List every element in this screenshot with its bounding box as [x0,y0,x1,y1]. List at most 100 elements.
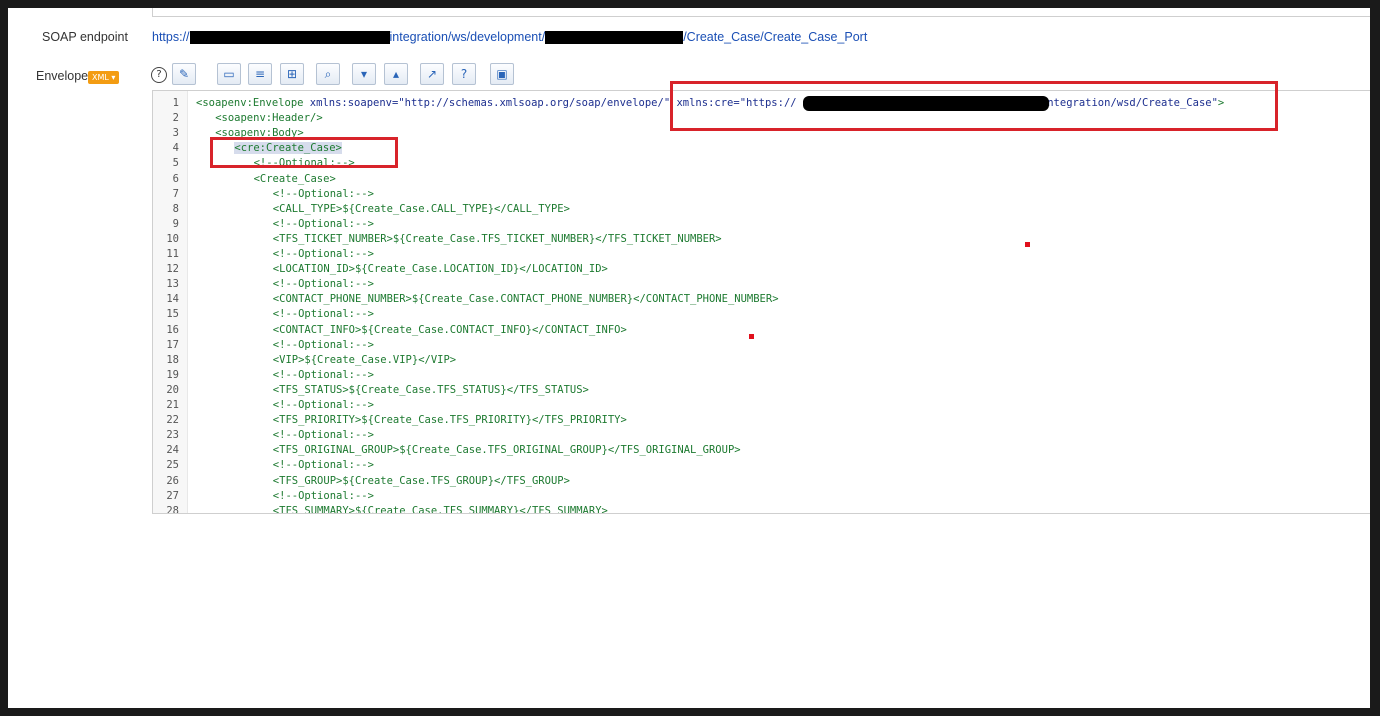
code-line-17: <!--Optional:--> [273,338,374,353]
code-text: <!--Optional:--> [272,459,374,472]
endpoint-suffix: /Create_Case/Create_Case_Port [683,30,868,44]
annotation-box-namespace [670,81,1278,131]
code-text: <!--Optional:--> [272,368,374,381]
envelope-label: Envelope [36,69,89,83]
expand-icon[interactable]: ▾ [352,63,376,85]
code-text: <!--Optional:--> [272,278,374,291]
annotation-box-create-case [210,137,398,168]
tree-icon[interactable]: ⊞ [280,63,304,85]
code-text: <TFS_SUMMARY>${Create_Case.TFS_SUMMARY}<… [272,504,608,514]
code-line-11: <!--Optional:--> [273,247,374,262]
code-text: <!--Optional:--> [272,308,374,321]
line-number: 26 [166,474,179,487]
line-number: 11 [166,248,179,260]
line-number: 5 [172,157,179,170]
line-number: 25 [166,459,179,472]
line-number: 24 [166,444,179,457]
code-text: <!--Optional:--> [272,187,374,200]
line-number: 21 [166,399,179,411]
code-line-2: <soapenv:Header/> [215,111,322,126]
line-number: 16 [166,323,179,336]
code-line-14: <CONTACT_PHONE_NUMBER>${Create_Case.CONT… [273,292,779,307]
line-number: 28 [166,504,179,514]
line-number: 27 [166,489,179,502]
line-number: 18 [166,353,179,366]
code-text: <!--Optional:--> [272,399,374,411]
endpoint-middle: integration/ws/development/ [389,30,546,44]
line-number: 19 [166,368,179,381]
line-number: 8 [172,202,179,215]
code-text: <CALL_TYPE>${Create_Case.CALL_TYPE}</CAL… [272,202,570,215]
code-line-15: <!--Optional:--> [273,307,374,322]
line-number: 7 [172,187,179,200]
code-line-28: <TFS_SUMMARY>${Create_Case.TFS_SUMMARY}<… [272,504,608,514]
code-text: <soapenv:Header/> [215,112,323,125]
line-number: 1 [172,97,179,109]
search-icon[interactable]: ⌕ [316,63,340,85]
code-text: <TFS_TICKET_NUMBER>${Create_Case.TFS_TIC… [272,232,722,245]
line-number: 22 [166,414,179,427]
code-line-21: <!--Optional:--> [273,398,374,413]
save-icon[interactable]: ▣ [490,63,514,85]
code-line-26: <TFS_GROUP>${Create_Case.TFS_GROUP}</TFS… [273,474,570,489]
line-number: 23 [166,429,179,442]
top-field[interactable] [152,8,1370,17]
code-text: <!--Optional:--> [272,248,374,260]
annotation-dot [749,334,754,339]
envelope-open-tag: <soapenv:Envelope [196,97,310,109]
code-text: <!--Optional:--> [272,217,374,230]
code-line-22: <TFS_PRIORITY>${Create_Case.TFS_PRIORITY… [273,413,627,428]
code-line-8: <CALL_TYPE>${Create_Case.CALL_TYPE}</CAL… [273,202,570,217]
redaction-bar [545,31,684,45]
soapenv-value: "http://schemas.xmlsoap.org/soap/envelop… [398,97,671,109]
line-number: 4 [172,142,179,155]
soap-endpoint-label: SOAP endpoint [42,30,128,44]
annotation-dot [1025,242,1030,247]
code-line-18: <VIP>${Create_Case.VIP}</VIP> [273,353,456,368]
code-line-9: <!--Optional:--> [273,217,374,232]
redaction-bar [189,31,390,45]
external-icon[interactable]: ↗ [420,63,444,85]
code-text: <!--Optional:--> [272,338,374,351]
code-text: <CONTACT_PHONE_NUMBER>${Create_Case.CONT… [272,293,779,306]
xml-badge: XML ▾ [88,71,120,84]
format-icon[interactable]: ≡ [248,63,272,85]
code-line-24: <TFS_ORIGINAL_GROUP>${Create_Case.TFS_OR… [273,443,741,458]
code-line-6: <Create_Case> [254,172,336,187]
app-frame: SOAP endpoint https:// integration/ws/dev… [8,8,1370,708]
code-line-23: <!--Optional:--> [273,428,374,443]
code-text: <TFS_ORIGINAL_GROUP>${Create_Case.TFS_OR… [272,444,741,457]
code-text: <LOCATION_ID>${Create_Case.LOCATION_ID}<… [272,263,608,276]
soap-endpoint-link[interactable]: https:// integration/ws/development/ /Crea… [152,30,867,46]
help-icon[interactable]: ? [151,67,167,83]
soapenv-attr: xmlns:soapenv= [309,97,399,109]
code-text: <!--Optional:--> [272,489,374,502]
wizard-icon[interactable]: ✎ [172,63,196,85]
xml-badge-text: XML [92,73,109,82]
line-number: 3 [172,127,179,140]
collapse-icon[interactable]: ▴ [384,63,408,85]
code-line-7: <!--Optional:--> [273,187,374,202]
code-text: <Create_Case> [253,172,336,185]
help-circle-icon[interactable]: ? [452,63,476,85]
line-number: 14 [166,293,179,306]
line-number: 15 [166,308,179,321]
comment-icon[interactable]: ▭ [217,63,241,85]
code-text: <TFS_GROUP>${Create_Case.TFS_GROUP}</TFS… [272,474,570,487]
code-text: <TFS_PRIORITY>${Create_Case.TFS_PRIORITY… [272,414,627,427]
line-number: 10 [166,232,179,245]
code-text: <CONTACT_INFO>${Create_Case.CONTACT_INFO… [272,323,627,336]
code-line-25: <!--Optional:--> [273,458,374,473]
code-line-27: <!--Optional:--> [273,489,374,504]
line-number: 13 [166,278,179,291]
code-line-16: <CONTACT_INFO>${Create_Case.CONTACT_INFO… [273,323,627,338]
code-line-20: <TFS_STATUS>${Create_Case.TFS_STATUS}</T… [273,383,589,398]
code-line-19: <!--Optional:--> [273,368,374,383]
line-number: 6 [172,172,179,185]
line-number: 2 [172,112,179,125]
code-text: <VIP>${Create_Case.VIP}</VIP> [272,353,457,366]
line-number: 17 [166,338,179,351]
code-line-12: <LOCATION_ID>${Create_Case.LOCATION_ID}<… [273,262,608,277]
code-text: <TFS_STATUS>${Create_Case.TFS_STATUS}</T… [272,383,589,396]
line-number: 20 [166,383,179,396]
